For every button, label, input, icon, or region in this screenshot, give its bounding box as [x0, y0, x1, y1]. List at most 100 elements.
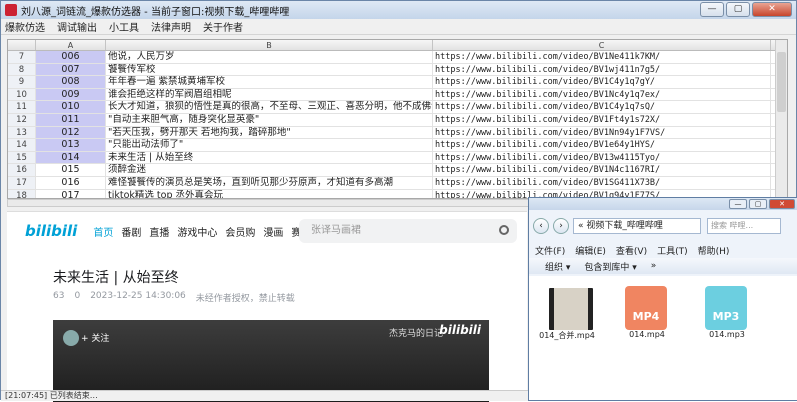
menu-item-legal[interactable]: 法律声明: [151, 19, 191, 34]
row-number[interactable]: 17: [8, 176, 36, 189]
nav-home[interactable]: 首页: [93, 224, 113, 239]
table-row[interactable]: 16 015 须醉金迷 https://www.bilibili.com/video/…: [8, 164, 787, 177]
cell-title[interactable]: 难怪饕餮传的演员总是笑场，直到听见那少芬原声，才知道有多高潮: [106, 176, 433, 189]
maximize-button[interactable]: ▢: [726, 2, 750, 17]
cell-title[interactable]: 未来生活 | 从始至终: [106, 151, 433, 164]
explorer-close-button[interactable]: ✕: [769, 199, 795, 209]
nav-bangumi[interactable]: 番剧: [121, 224, 141, 239]
cell-index[interactable]: 009: [36, 88, 106, 101]
table-row[interactable]: 10 009 谁会拒绝这样的军阀眉组相呢 https://www.bilibili.c…: [8, 88, 787, 102]
menu-edit[interactable]: 编辑(E): [575, 244, 606, 257]
cell-title[interactable]: "若天压我，劈开那天 若地拘我，踏碎那地": [106, 126, 433, 139]
more-button[interactable]: »: [651, 261, 657, 271]
cell-title[interactable]: "自动主来胆气高，随身突化显英豪": [106, 113, 433, 126]
nav-vip[interactable]: 会员购: [225, 224, 255, 239]
bilibili-logo[interactable]: bilibili: [25, 222, 77, 240]
cell-title[interactable]: 饕餮传军校: [106, 63, 433, 76]
back-icon[interactable]: ‹: [533, 218, 549, 234]
explorer-minimize-button[interactable]: —: [729, 199, 747, 209]
spreadsheet-grid[interactable]: A B C 7 006 他说，人民万岁 https://www.bilibili.co…: [7, 39, 788, 199]
row-number[interactable]: 10: [8, 88, 36, 101]
bili-search-input[interactable]: 张译马画裙: [299, 219, 517, 243]
address-bar[interactable]: « 视频下载_哔哩哔哩: [573, 218, 701, 234]
cell-url[interactable]: https://www.bilibili.com/video/BV1N4c116…: [433, 164, 771, 176]
scroll-thumb[interactable]: [777, 52, 786, 112]
file-tile-merged[interactable]: 014_合并.mp4: [535, 282, 595, 342]
cell-title[interactable]: "只能出动法师了": [106, 139, 433, 151]
row-number[interactable]: 15: [8, 151, 36, 164]
table-row[interactable]: 11 010 长大才知道，狼狈的悟性是真的很高，不至母、三观正、喜恶分明，他不成佛谁…: [8, 101, 787, 114]
cell-index[interactable]: 007: [36, 63, 106, 76]
include-library-button[interactable]: 包含到库中 ▾: [584, 260, 636, 273]
cell-url[interactable]: https://www.bilibili.com/video/BV1C4y1q7…: [433, 101, 771, 113]
cell-url[interactable]: https://www.bilibili.com/video/BV1C4y1q7…: [433, 76, 771, 88]
table-row[interactable]: 8 007 饕餮传军校 https://www.bilibili.com/video/…: [8, 63, 787, 77]
column-header-a[interactable]: A: [36, 40, 106, 50]
column-header-c[interactable]: C: [433, 40, 771, 50]
cell-index[interactable]: 008: [36, 76, 106, 88]
menu-item-debug[interactable]: 调试输出: [57, 19, 97, 34]
row-number[interactable]: 12: [8, 113, 36, 126]
cell-index[interactable]: 013: [36, 139, 106, 151]
table-row[interactable]: 12 011 "自动主来胆气高，随身突化显英豪" https://www.bilibi…: [8, 113, 787, 127]
row-number[interactable]: 16: [8, 164, 36, 176]
forward-icon[interactable]: ›: [553, 218, 569, 234]
explorer-maximize-button[interactable]: ▢: [749, 199, 767, 209]
nav-game[interactable]: 游戏中心: [177, 224, 217, 239]
row-number[interactable]: 13: [8, 126, 36, 139]
nav-manga[interactable]: 漫画: [263, 224, 283, 239]
cell-title[interactable]: 年年春一遍 紫禁城黄埔军校: [106, 76, 433, 88]
row-number[interactable]: 9: [8, 76, 36, 88]
follow-button[interactable]: + 关注: [81, 331, 109, 344]
search-icon[interactable]: [499, 225, 509, 235]
menu-item-about[interactable]: 关于作者: [203, 19, 243, 34]
uploader-avatar[interactable]: [63, 330, 79, 346]
cell-title[interactable]: tiktok精选 top 丞外真会玩: [106, 189, 433, 198]
row-number[interactable]: 7: [8, 51, 36, 63]
cell-index[interactable]: 010: [36, 101, 106, 113]
table-row[interactable]: 7 006 他说，人民万岁 https://www.bilibili.com/vide…: [8, 51, 787, 64]
cell-index[interactable]: 016: [36, 176, 106, 189]
cell-url[interactable]: https://www.bilibili.com/video/BV13w4115…: [433, 151, 771, 164]
cell-index[interactable]: 012: [36, 126, 106, 139]
table-row[interactable]: 14 013 "只能出动法师了" https://www.bilibili.com/v…: [8, 139, 787, 152]
cell-title[interactable]: 长大才知道，狼狈的悟性是真的很高，不至母、三观正、喜恶分明，他不成佛谁成佛。: [106, 101, 433, 113]
table-row[interactable]: 13 012 "若天压我，劈开那天 若地拘我，踏碎那地" https://www.bi…: [8, 126, 787, 140]
row-number[interactable]: 14: [8, 139, 36, 151]
cell-index[interactable]: 006: [36, 51, 106, 63]
cell-title[interactable]: 须醉金迷: [106, 164, 433, 176]
menu-item-fangxuan[interactable]: 爆款仿选: [5, 19, 45, 34]
nav-live[interactable]: 直播: [149, 224, 169, 239]
cell-url[interactable]: https://www.bilibili.com/video/BV1Nc4y1q…: [433, 88, 771, 101]
menu-item-tools[interactable]: 小工具: [109, 19, 139, 34]
file-tile-mp4[interactable]: MP4 014.mp4: [615, 282, 675, 342]
minimize-button[interactable]: —: [700, 2, 724, 17]
file-tile-mp3[interactable]: MP3 014.mp3: [695, 282, 755, 342]
row-number[interactable]: 8: [8, 63, 36, 76]
corner-header[interactable]: [8, 40, 36, 50]
close-button[interactable]: ✕: [752, 2, 792, 17]
title-bar[interactable]: 刘八源_词链流_爆款仿选器 - 当前子窗口:视频下载_哔哩哔哩 — ▢ ✕: [1, 1, 796, 19]
cell-title[interactable]: 谁会拒绝这样的军阀眉组相呢: [106, 88, 433, 101]
cell-url[interactable]: https://www.bilibili.com/video/BV1e64y1H…: [433, 139, 771, 151]
table-row[interactable]: 15 014 未来生活 | 从始至终 https://www.bilibili.com…: [8, 151, 787, 165]
cell-url[interactable]: https://www.bilibili.com/video/BV1wj411n…: [433, 63, 771, 76]
cell-url[interactable]: https://www.bilibili.com/video/BV1SG411X…: [433, 176, 771, 189]
cell-url[interactable]: https://www.bilibili.com/video/BV1Nn94y1…: [433, 126, 771, 139]
menu-view[interactable]: 查看(V): [616, 244, 647, 257]
cell-title[interactable]: 他说，人民万岁: [106, 51, 433, 63]
table-row[interactable]: 17 016 难怪饕餮传的演员总是笑场，直到听见那少芬原声，才知道有多高潮 https…: [8, 176, 787, 190]
cell-url[interactable]: https://www.bilibili.com/video/BV1Ft4y1s…: [433, 113, 771, 126]
row-number[interactable]: 11: [8, 101, 36, 113]
cell-index[interactable]: 015: [36, 164, 106, 176]
cell-index[interactable]: 017: [36, 189, 106, 198]
cell-index[interactable]: 014: [36, 151, 106, 164]
vertical-scrollbar[interactable]: [775, 40, 787, 198]
explorer-search-input[interactable]: 搜索 哔哩...: [707, 218, 781, 234]
row-number[interactable]: 18: [8, 189, 36, 198]
menu-tools[interactable]: 工具(T): [657, 244, 688, 257]
column-header-b[interactable]: B: [106, 40, 433, 50]
cell-index[interactable]: 011: [36, 113, 106, 126]
menu-help[interactable]: 帮助(H): [698, 244, 730, 257]
cell-url[interactable]: https://www.bilibili.com/video/BV1Ne411k…: [433, 51, 771, 63]
